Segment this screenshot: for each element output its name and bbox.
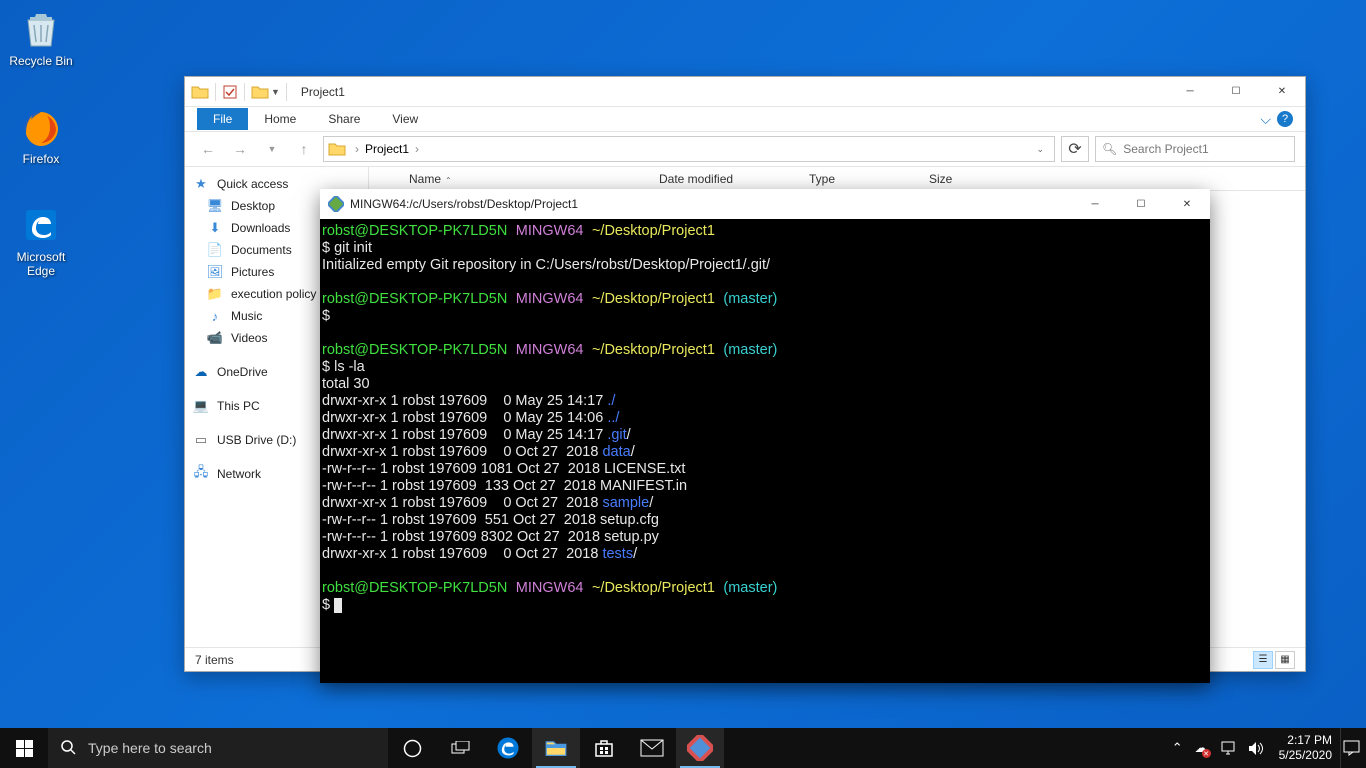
folder-icon [191, 83, 209, 101]
star-icon: ★ [193, 176, 209, 192]
tab-file[interactable]: File [197, 108, 248, 130]
desktop-icon-label: Microsoft Edge [4, 250, 78, 278]
folder-icon [328, 140, 346, 158]
circle-icon [403, 739, 422, 758]
tab-home[interactable]: Home [248, 108, 312, 130]
desktop-icon-firefox[interactable]: Firefox [4, 106, 78, 166]
address-dropdown-icon[interactable]: ⌄ [1030, 144, 1050, 155]
desktop-icon-edge[interactable]: Microsoft Edge [4, 204, 78, 278]
nav-bar: ← → ▼ ↑ › Project1 › ⌄ ⟳ 🔍︎ Search Proje… [185, 131, 1305, 167]
breadcrumb-item[interactable]: Project1 [362, 142, 412, 156]
music-icon: ♪ [207, 308, 223, 324]
mail-icon [640, 739, 664, 757]
tab-view[interactable]: View [376, 108, 434, 130]
item-count: 7 items [195, 653, 234, 667]
windows-icon [16, 740, 33, 757]
tray-volume-icon[interactable] [1242, 728, 1271, 768]
downloads-icon: ⬇ [207, 220, 223, 236]
details-view-button[interactable]: ☰ [1253, 651, 1273, 669]
terminal-title: MINGW64:/c/Users/robst/Desktop/Project1 [350, 197, 578, 211]
edge-icon [20, 204, 62, 246]
terminal-window: MINGW64:/c/Users/robst/Desktop/Project1 … [320, 189, 1210, 683]
close-button[interactable]: ✕ [1164, 189, 1210, 219]
window-title: Project1 [301, 85, 345, 99]
up-button[interactable]: ↑ [291, 136, 317, 162]
documents-icon: 📄 [207, 242, 223, 258]
cortana-button[interactable] [388, 728, 436, 768]
start-button[interactable] [0, 728, 48, 768]
minimize-button[interactable]: ─ [1167, 77, 1213, 107]
minimize-button[interactable]: ─ [1072, 189, 1118, 219]
taskbar-app-git-bash[interactable] [676, 728, 724, 768]
columns-header: Name⌃ Date modified Type Size [369, 167, 1305, 191]
cursor [334, 598, 342, 613]
chevron-right-icon[interactable]: › [352, 142, 362, 156]
search-input[interactable]: 🔍︎ Search Project1 [1095, 136, 1295, 162]
tray-onedrive-icon[interactable]: ☁✕ [1189, 728, 1214, 768]
pictures-icon: 🖼 [207, 264, 223, 280]
help-icon[interactable]: ? [1277, 111, 1293, 127]
search-icon: 🔍︎ [1102, 142, 1117, 156]
firefox-icon [20, 106, 62, 148]
back-button[interactable]: ← [195, 136, 221, 162]
column-date[interactable]: Date modified [649, 172, 799, 186]
taskbar: Type here to search ⌃ ☁✕ 2:17 PM 5/25/20… [0, 728, 1366, 768]
column-size[interactable]: Size [919, 172, 999, 186]
taskbar-app-store[interactable] [580, 728, 628, 768]
usb-icon: ▭ [193, 432, 209, 448]
taskbar-app-explorer[interactable] [532, 728, 580, 768]
git-bash-icon [328, 196, 344, 212]
store-icon [593, 737, 615, 759]
maximize-button[interactable]: ☐ [1213, 77, 1259, 107]
icons-view-button[interactable]: ▦ [1275, 651, 1295, 669]
desktop-icon: 🖥 [207, 198, 223, 214]
videos-icon: 📹 [207, 330, 223, 346]
git-bash-icon [687, 735, 713, 761]
dropdown-icon[interactable]: ▼ [271, 87, 280, 97]
properties-icon[interactable] [222, 84, 238, 100]
tab-share[interactable]: Share [312, 108, 376, 130]
folder-icon: 📁 [207, 286, 223, 302]
taskbar-app-mail[interactable] [628, 728, 676, 768]
sort-arrow-icon: ⌃ [445, 176, 452, 185]
chevron-right-icon[interactable]: › [412, 142, 422, 156]
tray-expand-icon[interactable]: ⌃ [1166, 728, 1189, 768]
search-placeholder: Search Project1 [1123, 142, 1208, 156]
search-icon [60, 739, 76, 758]
maximize-button[interactable]: ☐ [1118, 189, 1164, 219]
refresh-button[interactable]: ⟳ [1061, 136, 1089, 162]
recycle-bin-icon [20, 8, 62, 50]
network-icon: 🖧 [193, 466, 209, 482]
expand-ribbon-icon[interactable]: ⌵ [1260, 111, 1271, 128]
action-center-button[interactable] [1340, 728, 1362, 768]
desktop-icon-recycle-bin[interactable]: Recycle Bin [4, 8, 78, 68]
folder-icon [544, 737, 568, 759]
desktop-icon-label: Firefox [4, 152, 78, 166]
onedrive-icon: ☁ [193, 364, 209, 380]
task-view-button[interactable] [436, 728, 484, 768]
taskbar-search[interactable]: Type here to search [48, 728, 388, 768]
taskbar-app-edge[interactable] [484, 728, 532, 768]
history-dropdown-icon[interactable]: ▼ [259, 136, 285, 162]
task-view-icon [451, 741, 470, 756]
close-button[interactable]: ✕ [1259, 77, 1305, 107]
taskbar-clock[interactable]: 2:17 PM 5/25/2020 [1271, 733, 1340, 763]
notification-icon [1343, 740, 1360, 756]
explorer-titlebar[interactable]: ▼ Project1 ─ ☐ ✕ [185, 77, 1305, 107]
pc-icon: 💻 [193, 398, 209, 414]
address-bar[interactable]: › Project1 › ⌄ [323, 136, 1055, 162]
tray-network-icon[interactable] [1214, 728, 1242, 768]
column-type[interactable]: Type [799, 172, 919, 186]
desktop-icon-label: Recycle Bin [4, 54, 78, 68]
folder-icon[interactable] [251, 83, 269, 101]
forward-button[interactable]: → [227, 136, 253, 162]
column-name[interactable]: Name⌃ [369, 172, 649, 186]
edge-icon [495, 735, 521, 761]
search-placeholder: Type here to search [88, 740, 212, 756]
terminal-titlebar[interactable]: MINGW64:/c/Users/robst/Desktop/Project1 … [320, 189, 1210, 219]
terminal-output[interactable]: robst@DESKTOP-PK7LD5N MINGW64 ~/Desktop/… [320, 219, 1210, 618]
ribbon-tabs: File Home Share View ⌵ ? [185, 107, 1305, 131]
